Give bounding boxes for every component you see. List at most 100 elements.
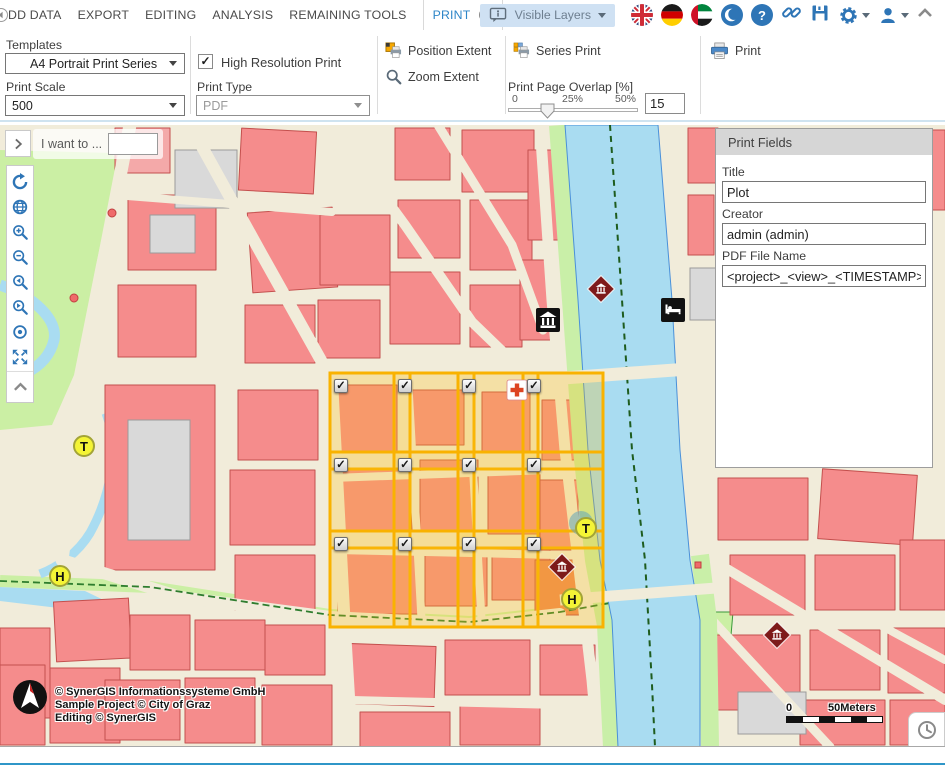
series-print-button[interactable]: Series Print [513, 42, 601, 59]
print-fields-header[interactable]: Print Fields [716, 129, 932, 155]
time-slider-button[interactable] [908, 712, 945, 747]
flag-germany-icon[interactable] [661, 4, 683, 26]
north-arrow-compass [12, 679, 48, 715]
title-field-label: Title [722, 165, 926, 179]
tab-analysis[interactable]: ANALYSIS [212, 8, 273, 22]
attribution-line: Editing © SynerGIS [55, 712, 265, 725]
top-tab-bar: DD DATA EXPORT EDITING ANALYSIS REMAININ… [0, 0, 945, 30]
zoom-in-icon[interactable] [7, 219, 33, 244]
bottom-status-area [0, 748, 945, 776]
help-glyph: ? [758, 8, 766, 23]
chevron-down-icon [354, 103, 362, 108]
hydrant-marker: H [49, 565, 71, 587]
print-page-checkbox[interactable]: ✓ [334, 379, 348, 393]
help-icon[interactable]: ? [751, 4, 773, 26]
overlap-value-input[interactable] [645, 93, 685, 114]
bottom-divider [0, 763, 945, 765]
map-attribution: © SynerGIS Informationssysteme GmbH Samp… [55, 686, 265, 725]
user-icon [878, 5, 898, 25]
print-page-checkbox[interactable]: ✓ [334, 537, 348, 551]
zoom-extent-button[interactable]: Zoom Extent [385, 68, 479, 85]
refresh-icon[interactable] [7, 169, 33, 194]
chevron-down-icon [169, 61, 177, 66]
templates-dropdown[interactable]: A4 Portrait Print Series [5, 53, 185, 74]
print-series-grid [330, 373, 603, 627]
museum-icon [536, 308, 560, 332]
attribution-line: Sample Project © City of Graz [55, 699, 265, 712]
high-resolution-checkbox[interactable]: ✓ [198, 54, 213, 69]
print-page-checkbox[interactable]: ✓ [527, 458, 541, 472]
scale-bar: 0 50Meters [786, 702, 890, 723]
settings-button[interactable] [838, 5, 870, 26]
previous-extent-icon[interactable] [7, 269, 33, 294]
link-icon[interactable] [781, 2, 802, 28]
flag-uae-icon[interactable] [691, 4, 713, 26]
position-extent-icon [385, 42, 402, 59]
scale-start-label: 0 [786, 702, 792, 714]
print-page-checkbox[interactable]: ✓ [462, 537, 476, 551]
print-page-checkbox[interactable]: ✓ [398, 458, 412, 472]
scale-bar-graphic [786, 716, 883, 723]
full-extent-icon[interactable] [7, 344, 33, 369]
printer-icon [710, 42, 729, 60]
pdf-file-name-input[interactable] [722, 265, 926, 287]
user-button[interactable] [878, 5, 909, 25]
expand-panel-button[interactable] [5, 130, 31, 157]
ribbon-separator [190, 36, 191, 114]
print-page-checkbox[interactable]: ✓ [462, 458, 476, 472]
i-want-to-label: I want to ... [41, 137, 102, 151]
overlap-slider-track[interactable] [508, 108, 638, 112]
position-extent-label: Position Extent [408, 44, 491, 58]
visible-layers-button[interactable]: Visible Layers [480, 4, 615, 27]
templates-value: A4 Portrait Print Series [6, 57, 169, 71]
scale-end-label: 50Meters [828, 702, 876, 714]
series-print-label: Series Print [536, 44, 601, 58]
chevron-right-icon [11, 137, 25, 151]
chevron-down-icon [169, 103, 177, 108]
tab-editing[interactable]: EDITING [145, 8, 196, 22]
tab-export[interactable]: EXPORT [78, 8, 130, 22]
print-page-checkbox[interactable]: ✓ [334, 458, 348, 472]
next-extent-icon[interactable] [7, 294, 33, 319]
print-page-checkbox[interactable]: ✓ [462, 379, 476, 393]
overlap-slider-handle[interactable] [540, 103, 555, 119]
collapse-ribbon-icon[interactable] [917, 6, 933, 24]
print-button-label: Print [735, 44, 761, 58]
chevron-down-icon [862, 13, 870, 18]
print-page-checkbox[interactable]: ✓ [527, 537, 541, 551]
ribbon-separator [700, 36, 701, 114]
flag-uk-icon[interactable] [631, 4, 653, 26]
collapse-toolbar-icon[interactable] [7, 374, 33, 399]
tab-add-data[interactable]: DD DATA [8, 8, 62, 22]
position-extent-button[interactable]: Position Extent [385, 42, 491, 59]
magnifier-icon [385, 68, 402, 85]
crescent-icon[interactable] [721, 4, 743, 26]
info-bubble-icon [489, 7, 508, 23]
high-resolution-label: High Resolution Print [221, 55, 341, 70]
creator-field-label: Creator [722, 207, 926, 221]
chevron-down-icon [901, 13, 909, 18]
globe-icon[interactable] [7, 194, 33, 219]
tram-stop-marker: T [73, 435, 95, 457]
print-scale-dropdown[interactable]: 500 [5, 95, 185, 116]
print-page-checkbox[interactable]: ✓ [398, 379, 412, 393]
gear-icon [838, 5, 859, 26]
print-button[interactable]: Print [710, 42, 761, 60]
print-type-value: PDF [197, 99, 354, 113]
print-page-checkbox[interactable]: ✓ [527, 379, 541, 393]
center-map-icon[interactable] [7, 319, 33, 344]
print-type-dropdown[interactable]: PDF [196, 95, 370, 116]
title-field-input[interactable] [722, 181, 926, 203]
save-icon[interactable] [810, 3, 830, 28]
overlap-label: Print Page Overlap [%] [508, 80, 633, 94]
pdf-file-name-label: PDF File Name [722, 249, 926, 263]
print-page-checkbox[interactable]: ✓ [398, 537, 412, 551]
scroll-tabs-left-icon[interactable] [0, 8, 8, 22]
map-viewport[interactable]: ✓ ✓ ✓ ✓ ✓ ✓ ✓ ✓ ✓ ✓ ✓ ✓ T T H H I want t… [0, 125, 945, 747]
creator-field-input[interactable] [722, 223, 926, 245]
ribbon-separator [505, 36, 506, 114]
i-want-to-input[interactable] [108, 133, 158, 155]
tab-remaining-tools[interactable]: REMAINING TOOLS [289, 8, 406, 22]
print-scale-label: Print Scale [6, 80, 65, 94]
zoom-out-icon[interactable] [7, 244, 33, 269]
